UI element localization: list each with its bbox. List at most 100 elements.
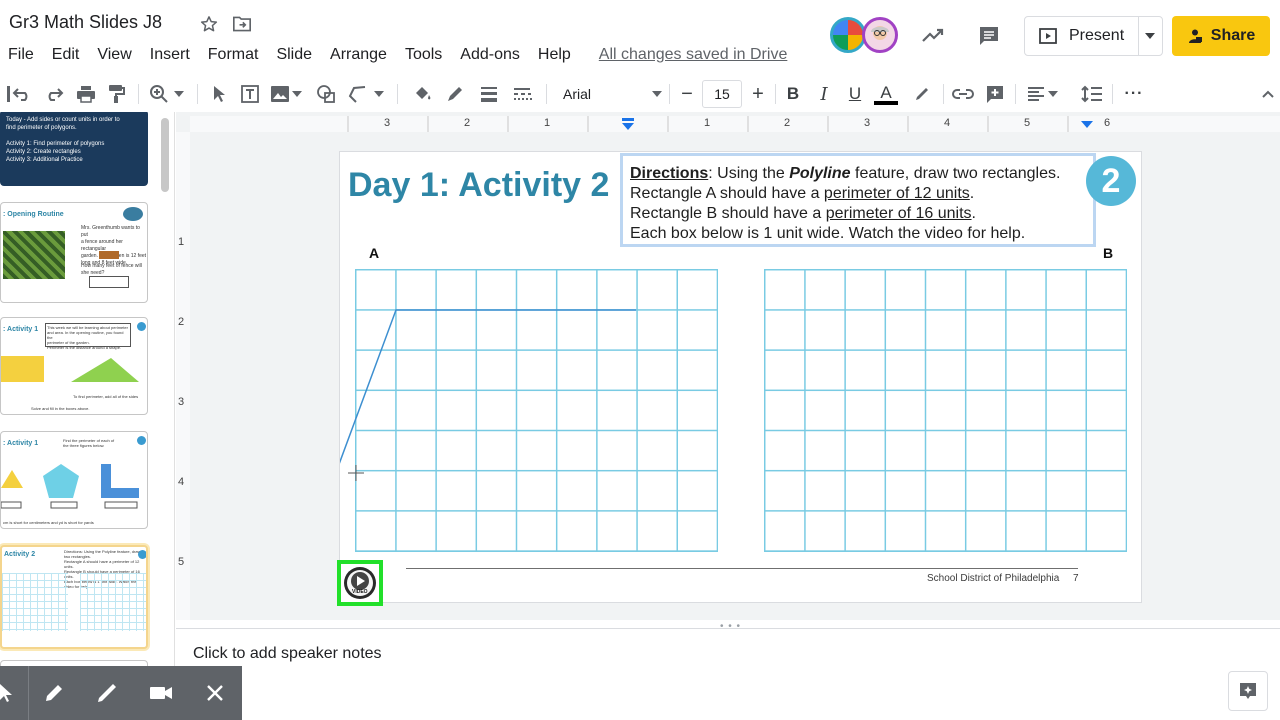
document-title[interactable]: Gr3 Math Slides J8 — [9, 12, 162, 33]
answer-box — [89, 276, 129, 288]
line-spacing-icon[interactable] — [1080, 82, 1104, 106]
directions-line-1: Directions: Using the Polyline feature, … — [630, 165, 1061, 182]
toolbar-divider — [546, 84, 547, 104]
paint-format-icon[interactable] — [104, 82, 128, 106]
select-cursor-icon[interactable] — [207, 82, 231, 106]
slide-thumbnail[interactable]: : Opening Routine Mrs. Greenthumb wants … — [0, 202, 148, 303]
footer-text: School District of Philadelphia — [927, 573, 1060, 584]
increase-font-size-button[interactable]: + — [746, 82, 770, 106]
lock-icon — [1187, 28, 1203, 44]
chevron-down-icon[interactable] — [1046, 82, 1060, 106]
text-color-swatch — [874, 100, 898, 105]
more-options-button[interactable]: ··· — [1122, 82, 1146, 106]
camera-icon[interactable] — [148, 680, 174, 706]
toolbar-divider — [943, 84, 944, 104]
thumb-grid-b — [80, 573, 146, 631]
chevron-down-icon — [652, 91, 662, 97]
insert-link-icon[interactable] — [951, 82, 975, 106]
directions-text-box[interactable]: Directions: Using the Polyline feature, … — [620, 153, 1096, 247]
filmstrip-scrollbar[interactable] — [161, 118, 169, 192]
pointer-icon[interactable] — [0, 680, 20, 706]
slide-thumbnail-selected[interactable]: Activity 2 Directions: Using the Polylin… — [0, 545, 148, 649]
thumb-grid-a — [2, 573, 68, 631]
indent-marker-icon[interactable] — [621, 117, 635, 131]
chevron-down-icon[interactable] — [372, 82, 386, 106]
speaker-notes-placeholder[interactable]: Click to add speaker notes — [193, 645, 382, 663]
highlighter-icon[interactable] — [95, 680, 121, 706]
fill-color-icon[interactable] — [410, 82, 434, 106]
image-icon[interactable] — [268, 82, 292, 106]
grid-b[interactable] — [764, 269, 1127, 552]
star-icon[interactable] — [200, 15, 218, 33]
menu-bar: File Edit View Insert Format Slide Arran… — [8, 44, 787, 66]
slide-canvas[interactable]: Day 1: Activity 2 Directions: Using the … — [337, 152, 1141, 606]
italic-button[interactable]: I — [812, 82, 836, 106]
menu-file[interactable]: File — [8, 46, 34, 64]
slide-thumbnail[interactable]: Today - Add sides or count units in orde… — [0, 112, 148, 186]
present-button[interactable]: Present — [1024, 16, 1163, 56]
redo-icon[interactable] — [42, 82, 66, 106]
chevron-down-icon[interactable] — [290, 82, 304, 106]
menu-arrange[interactable]: Arrange — [330, 46, 387, 64]
slide-thumbnail[interactable]: : Activity 1 Find the perimeter of each … — [0, 431, 148, 529]
badge-icon — [137, 436, 146, 445]
toolbar-divider — [669, 84, 670, 104]
text-box-icon[interactable] — [238, 82, 262, 106]
share-label: Share — [1210, 27, 1256, 44]
save-status-link[interactable]: All changes saved in Drive — [599, 46, 788, 64]
align-icon[interactable] — [1024, 82, 1048, 106]
avatar[interactable] — [830, 17, 866, 53]
menu-addons[interactable]: Add-ons — [460, 46, 520, 64]
triangle-shape — [71, 358, 139, 382]
collapse-toolbar-icon[interactable] — [1256, 82, 1280, 106]
menu-insert[interactable]: Insert — [150, 46, 190, 64]
horizontal-ruler[interactable]: 3 2 1 1 2 3 4 5 6 — [190, 116, 1280, 132]
speaker-notes[interactable]: Click to add speaker notes — [176, 628, 1280, 720]
fence-image — [99, 251, 119, 259]
bold-button[interactable]: B — [781, 82, 805, 106]
font-select[interactable]: Arial — [556, 80, 666, 108]
print-icon[interactable] — [74, 82, 98, 106]
vertical-ruler[interactable]: 1 2 3 4 5 — [176, 132, 190, 620]
chevron-down-icon[interactable] — [172, 82, 186, 106]
undo-icon[interactable] — [10, 82, 34, 106]
explore-button[interactable] — [1228, 671, 1268, 711]
slide-title[interactable]: Day 1: Activity 2 — [348, 166, 609, 205]
add-comment-icon[interactable] — [983, 82, 1007, 106]
border-weight-icon[interactable] — [477, 82, 501, 106]
line-icon[interactable] — [346, 82, 370, 106]
menu-tools[interactable]: Tools — [405, 46, 442, 64]
polyline-drawing[interactable] — [340, 302, 650, 482]
border-dash-icon[interactable] — [510, 82, 534, 106]
share-button[interactable]: Share — [1172, 16, 1270, 56]
decrease-font-size-button[interactable]: − — [675, 82, 699, 106]
video-button[interactable]: VIDEO — [337, 560, 383, 606]
toolbar-divider — [197, 84, 198, 104]
activity-dashboard-icon[interactable] — [921, 25, 945, 45]
comment-history-icon[interactable] — [977, 24, 1001, 48]
move-to-folder-icon[interactable] — [232, 15, 252, 33]
underline-button[interactable]: U — [843, 82, 867, 106]
font-size-input[interactable]: 15 — [702, 80, 742, 108]
text-color-button[interactable]: A — [874, 82, 898, 106]
shape-icon[interactable] — [314, 82, 338, 106]
zoom-icon[interactable] — [147, 82, 171, 106]
ruler-ticks — [347, 116, 1069, 132]
menu-slide[interactable]: Slide — [276, 46, 312, 64]
close-icon[interactable] — [202, 680, 228, 706]
right-indent-marker-icon[interactable] — [1080, 119, 1094, 129]
pen-icon[interactable] — [41, 680, 67, 706]
present-divider — [1138, 17, 1139, 55]
slide-thumbnail[interactable]: : Activity 1 This week we will be learni… — [0, 317, 148, 415]
menu-view[interactable]: View — [97, 46, 131, 64]
toolbar-divider — [1112, 84, 1113, 104]
toolbar-divider — [397, 84, 398, 104]
border-color-icon[interactable] — [443, 82, 467, 106]
highlight-color-icon[interactable] — [910, 82, 934, 106]
avatar[interactable] — [862, 17, 898, 53]
menu-edit[interactable]: Edit — [52, 46, 80, 64]
menu-help[interactable]: Help — [538, 46, 571, 64]
chevron-down-icon[interactable] — [1145, 33, 1155, 39]
badge-icon — [137, 322, 146, 331]
menu-format[interactable]: Format — [208, 46, 259, 64]
